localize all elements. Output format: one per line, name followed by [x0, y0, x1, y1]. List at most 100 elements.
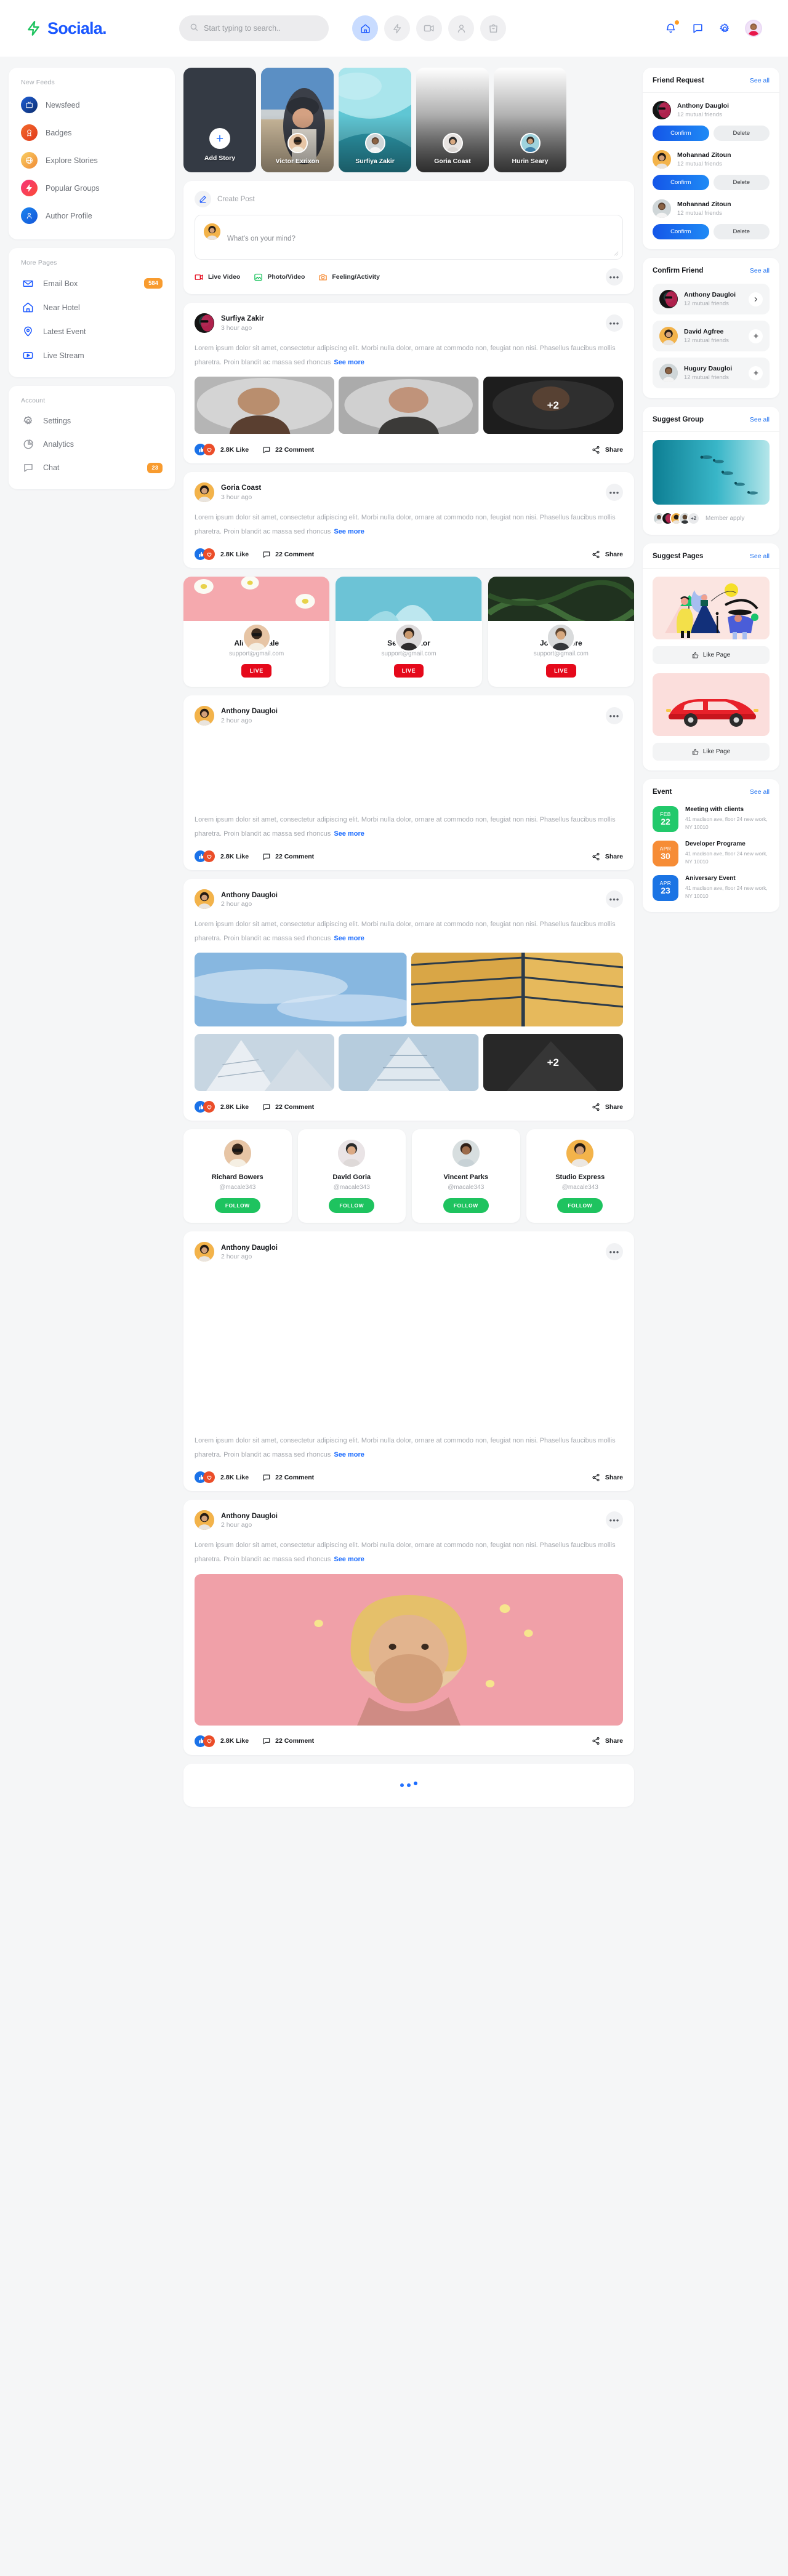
see-more-link[interactable]: See more — [334, 1556, 364, 1563]
live-card[interactable]: John Steere support@gmail.com LIVE — [488, 577, 634, 687]
comment-button[interactable]: 22 Comment — [262, 1473, 314, 1482]
post-image[interactable] — [339, 377, 479, 434]
confirm-friend-item[interactable]: Hugury Daugloi 12 mutual friends — [653, 358, 770, 388]
ellipsis-icon[interactable]: ••• — [606, 1243, 623, 1261]
page-illustration[interactable] — [653, 673, 770, 736]
ellipsis-icon[interactable]: ••• — [606, 890, 623, 908]
follow-card[interactable]: Studio Express @macale343 FOLLOW — [526, 1129, 634, 1223]
brand-logo[interactable]: Sociala. — [26, 19, 171, 38]
share-button[interactable]: Share — [592, 1103, 623, 1111]
see-more-link[interactable]: See more — [334, 1451, 364, 1458]
story-card[interactable]: Hurin Seary — [494, 68, 566, 172]
follow-button[interactable]: FOLLOW — [443, 1198, 489, 1214]
notifications-button[interactable] — [664, 20, 679, 35]
share-button[interactable]: Share — [592, 1473, 623, 1482]
see-more-link[interactable]: See more — [334, 830, 364, 838]
reaction-icons[interactable] — [195, 850, 215, 863]
see-more-link[interactable]: See more — [334, 528, 364, 535]
follow-button[interactable]: FOLLOW — [214, 1198, 260, 1214]
settings-button[interactable] — [718, 22, 731, 35]
follow-card[interactable]: David Goria @macale343 FOLLOW — [297, 1129, 406, 1223]
nav-home-button[interactable] — [352, 15, 378, 41]
comment-button[interactable]: 22 Comment — [262, 1737, 314, 1745]
sidebar-item-popular-groups[interactable]: Popular Groups — [21, 174, 163, 202]
delete-button[interactable]: Delete — [713, 175, 770, 190]
post-image[interactable] — [195, 1034, 335, 1092]
chevron-right-icon[interactable] — [749, 292, 763, 306]
share-button[interactable]: Share — [592, 1737, 623, 1745]
confirm-friend-item[interactable]: David Agfree 12 mutual friends — [653, 321, 770, 351]
post-media-grid[interactable]: +2 — [195, 377, 623, 434]
photo-video-button[interactable]: Photo/Video — [254, 273, 305, 282]
ellipsis-icon[interactable]: ••• — [606, 707, 623, 725]
like-page-button[interactable]: Like Page — [653, 743, 770, 761]
friend-request-person[interactable]: Anthony Daugloi 12 mutual friends — [653, 101, 770, 119]
follow-card[interactable]: Vincent Parks @macale343 FOLLOW — [412, 1129, 520, 1223]
story-add[interactable]: + Add Story — [183, 68, 256, 172]
share-button[interactable]: Share — [592, 852, 623, 861]
see-all-link[interactable]: See all — [750, 416, 770, 423]
delete-button[interactable]: Delete — [713, 126, 770, 141]
story-card[interactable]: Victor Exrixon — [261, 68, 334, 172]
story-card[interactable]: Goria Coast — [416, 68, 489, 172]
plus-icon[interactable] — [749, 329, 763, 343]
live-card[interactable]: Seary Victor support@gmail.com LIVE — [336, 577, 482, 687]
avatar[interactable] — [745, 20, 762, 37]
share-button[interactable]: Share — [592, 550, 623, 559]
see-more-link[interactable]: See more — [334, 359, 364, 366]
like-page-button[interactable]: Like Page — [653, 646, 770, 664]
messages-button[interactable] — [691, 22, 704, 35]
create-post-input-wrap[interactable] — [195, 215, 623, 260]
sidebar-item-author-profile[interactable]: Author Profile — [21, 202, 163, 230]
sidebar-item-explore-stories[interactable]: Explore Stories — [21, 146, 163, 174]
see-more-link[interactable]: See more — [334, 935, 364, 942]
share-button[interactable]: Share — [592, 446, 623, 454]
post-image[interactable] — [411, 953, 623, 1027]
see-all-link[interactable]: See all — [750, 553, 770, 560]
extra-media-count[interactable]: +2 — [483, 377, 623, 434]
live-badge-button[interactable]: LIVE — [546, 664, 576, 678]
event-item[interactable]: FEB 22 Meeting with clients 41 madison a… — [653, 806, 770, 832]
follow-button[interactable]: FOLLOW — [329, 1198, 375, 1214]
reaction-icons[interactable] — [195, 444, 215, 456]
post-media-grid[interactable]: +2 — [195, 1034, 623, 1092]
sidebar-item-newsfeed[interactable]: Newsfeed — [21, 91, 163, 119]
like-count[interactable]: 2.8K Like — [220, 1103, 249, 1111]
sidebar-item-latest-event[interactable]: Latest Event — [21, 319, 163, 343]
post-image[interactable] — [195, 1574, 623, 1726]
sidebar-item-live-stream[interactable]: Live Stream — [21, 343, 163, 367]
see-all-link[interactable]: See all — [750, 267, 770, 274]
nav-shop-button[interactable] — [480, 15, 506, 41]
post-image[interactable] — [339, 1034, 479, 1092]
follow-card[interactable]: Richard Bowers @macale343 FOLLOW — [183, 1129, 292, 1223]
ellipsis-icon[interactable]: ••• — [606, 268, 623, 286]
sidebar-item-near-hotel[interactable]: Near Hotel — [21, 295, 163, 319]
reaction-icons[interactable] — [195, 1471, 215, 1484]
story-card[interactable]: Surfiya Zakir — [339, 68, 411, 172]
live-badge-button[interactable]: LIVE — [393, 664, 424, 678]
sidebar-item-email-box[interactable]: Email Box 584 — [21, 271, 163, 295]
sidebar-item-analytics[interactable]: Analytics — [21, 433, 163, 456]
nav-video-button[interactable] — [416, 15, 442, 41]
comment-button[interactable]: 22 Comment — [262, 446, 314, 454]
event-item[interactable]: APR 23 Aniversary Event 41 madison ave, … — [653, 875, 770, 901]
like-count[interactable]: 2.8K Like — [220, 853, 249, 860]
live-badge-button[interactable]: LIVE — [241, 664, 271, 678]
confirm-button[interactable]: Confirm — [653, 126, 709, 141]
see-all-link[interactable]: See all — [750, 788, 770, 796]
stories-carousel[interactable]: + Add Story Victor Exrixon Surfiya Zakir… — [183, 68, 634, 172]
friend-request-person[interactable]: Mohannad Zitoun 12 mutual friends — [653, 150, 770, 169]
confirm-friend-item[interactable]: Anthony Daugloi 12 mutual friends — [653, 284, 770, 314]
nav-profile-button[interactable] — [448, 15, 474, 41]
like-count[interactable]: 2.8K Like — [220, 551, 249, 558]
reaction-icons[interactable] — [195, 548, 215, 561]
like-count[interactable]: 2.8K Like — [220, 1474, 249, 1481]
feeling-activity-button[interactable]: Feeling/Activity — [318, 273, 380, 282]
comment-button[interactable]: 22 Comment — [262, 1103, 314, 1111]
confirm-button[interactable]: Confirm — [653, 175, 709, 190]
search-input[interactable] — [204, 24, 318, 33]
ellipsis-icon[interactable]: ••• — [606, 1511, 623, 1529]
live-video-button[interactable]: Live Video — [195, 273, 240, 282]
extra-media-count[interactable]: +2 — [483, 1034, 623, 1092]
event-item[interactable]: APR 30 Developer Programe 41 madison ave… — [653, 841, 770, 866]
